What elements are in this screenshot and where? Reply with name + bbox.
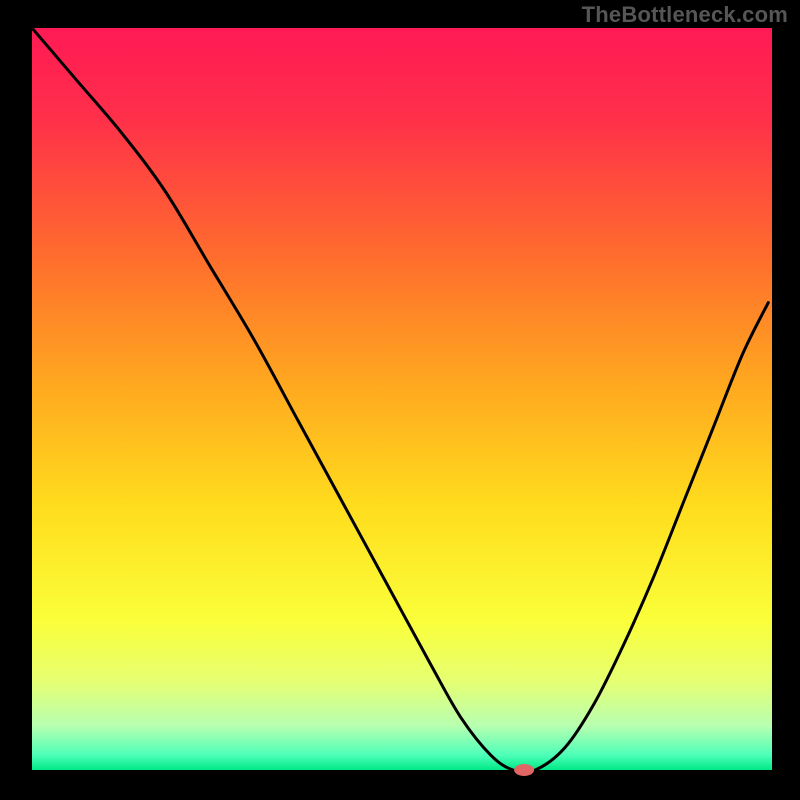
plot-background bbox=[32, 28, 772, 770]
chart-frame: { "watermark": "TheBottleneck.com", "cha… bbox=[0, 0, 800, 800]
watermark-text: TheBottleneck.com bbox=[582, 2, 788, 28]
bottleneck-chart bbox=[0, 0, 800, 800]
optimal-marker bbox=[514, 764, 534, 776]
